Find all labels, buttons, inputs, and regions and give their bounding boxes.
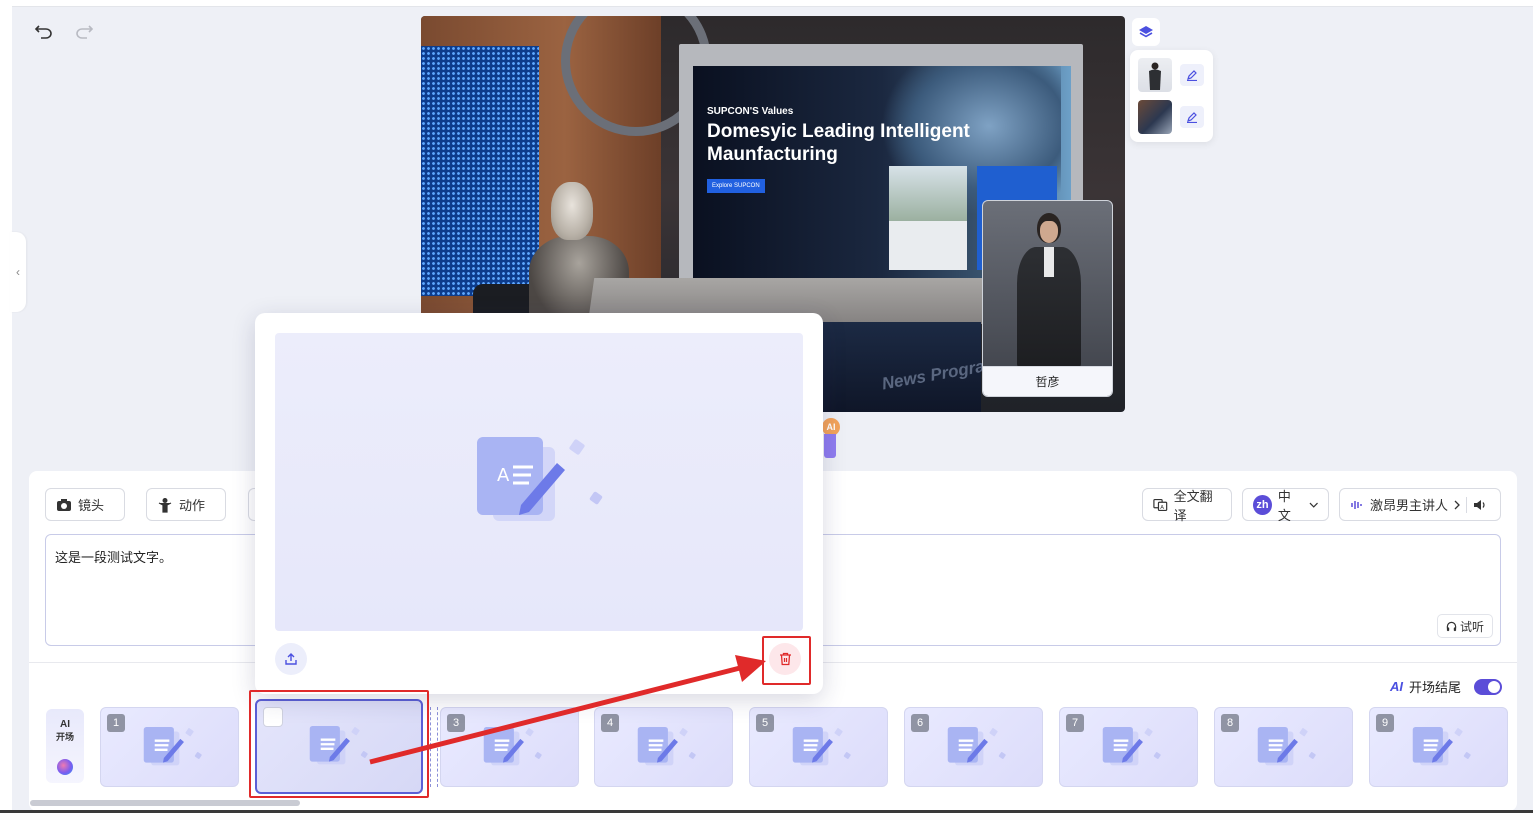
action-icon	[158, 497, 172, 513]
ai-orb-icon	[57, 759, 73, 775]
clip-thumbnail[interactable]: 5	[749, 707, 888, 787]
edit-presenter-button[interactable]	[1180, 64, 1204, 86]
document-edit-icon	[1255, 724, 1319, 775]
left-edge	[0, 0, 12, 813]
clip-number: 4	[601, 714, 619, 732]
clip-thumbnail[interactable]	[255, 699, 423, 794]
clip-number: 9	[1376, 714, 1394, 732]
document-edit-icon	[1410, 724, 1474, 775]
layers-icon	[1139, 26, 1153, 38]
svg-text:A: A	[497, 465, 510, 486]
redo-button[interactable]	[74, 22, 94, 40]
clip-thumbnail[interactable]: 7	[1059, 707, 1198, 787]
clip-checkbox[interactable]	[263, 707, 283, 727]
clip-thumbnail[interactable]: 6	[904, 707, 1043, 787]
clip-thumbnail[interactable]: 8	[1214, 707, 1353, 787]
delete-clip-button[interactable]	[769, 643, 801, 675]
listen-label: 试听	[1460, 619, 1485, 634]
presenter-figure	[1011, 213, 1087, 368]
clip-number: 6	[911, 714, 929, 732]
document-edit-icon	[307, 723, 371, 774]
undo-button[interactable]	[34, 22, 54, 40]
document-edit-icon	[945, 724, 1009, 775]
translate-button[interactable]: A 全文翻译	[1142, 488, 1232, 523]
upload-button[interactable]	[275, 643, 307, 675]
clip-thumbnail[interactable]: 9	[1369, 707, 1508, 787]
chevron-left-icon: ‹	[16, 265, 20, 279]
speaker-icon	[1474, 499, 1485, 510]
voice-label: 激昂男主讲人	[1370, 498, 1449, 513]
listen-button[interactable]: 试听	[1437, 614, 1494, 638]
presenter-name: 哲彦	[983, 366, 1112, 396]
opening-ending-toggle[interactable]	[1474, 679, 1502, 695]
screen-small-text: SUPCON'S Values	[707, 106, 794, 117]
edit-icon	[1187, 112, 1197, 123]
ai-icon: AI	[1390, 679, 1403, 694]
camera-icon	[57, 498, 71, 511]
document-edit-icon	[635, 724, 699, 775]
layers-panel	[1130, 50, 1213, 142]
clip-number: 3	[447, 714, 465, 732]
document-edit-icon	[141, 724, 205, 775]
voice-select[interactable]: 激昂男主讲人	[1339, 488, 1501, 521]
camera-label: 镜头	[78, 498, 105, 513]
redo-icon	[76, 25, 94, 39]
action-button[interactable]: 动作	[146, 488, 226, 521]
chevron-down-icon	[1309, 502, 1318, 508]
svg-text:A: A	[1160, 505, 1164, 511]
translate-label: 全文翻译	[1173, 488, 1213, 523]
upload-icon	[285, 653, 297, 665]
opening-ending-toggle-label: AI 开场结尾	[1390, 677, 1461, 696]
clip-thumbnail[interactable]: 1	[100, 707, 239, 787]
language-code-badge: zh	[1253, 494, 1272, 515]
language-label: 中文	[1277, 488, 1291, 523]
camera-button[interactable]: 镜头	[45, 488, 125, 521]
background-thumbnail	[1138, 100, 1172, 134]
undo-icon	[34, 25, 52, 39]
screen-button: Explore SUPCON	[707, 179, 765, 193]
screen-title: Domesyic Leading Intelligent Maunfacturi…	[707, 121, 970, 165]
popup-preview-area: A	[275, 333, 803, 631]
document-edit-icon: A	[477, 437, 603, 521]
document-edit-icon	[1100, 724, 1164, 775]
layer-row-background[interactable]	[1138, 100, 1208, 134]
translate-icon: A	[1153, 498, 1168, 511]
clip-preview-popup: A	[255, 313, 823, 694]
ai-open-line1: AI	[60, 719, 70, 730]
clip-number: 7	[1066, 714, 1084, 732]
timeline-scrollbar[interactable]	[30, 800, 300, 806]
presenter-card[interactable]: 哲彦	[982, 200, 1113, 397]
clip-thumbnail[interactable]: 3	[440, 707, 579, 787]
anchor-head	[551, 182, 593, 240]
ai-opening-button[interactable]: AI 开场	[46, 709, 84, 783]
screen-card	[889, 166, 967, 270]
action-label: 动作	[179, 498, 206, 513]
edit-icon	[1187, 70, 1197, 81]
voice-wave-icon	[1351, 500, 1362, 509]
opening-ending-label: 开场结尾	[1409, 680, 1462, 695]
world-map-panel	[421, 46, 539, 296]
document-edit-icon	[790, 724, 854, 775]
chevron-right-icon	[1454, 500, 1460, 509]
document-edit-icon	[481, 724, 545, 775]
headphones-icon	[1446, 621, 1457, 631]
clip-insert-gap[interactable]	[430, 707, 438, 787]
clip-thumbnail[interactable]: 4	[594, 707, 733, 787]
layer-row-presenter[interactable]	[1138, 58, 1208, 92]
clip-number: 8	[1221, 714, 1239, 732]
collapse-sidebar-tab[interactable]: ‹	[10, 232, 26, 312]
clip-number: 1	[107, 714, 125, 732]
clip-number: 5	[756, 714, 774, 732]
ai-float-badge[interactable]: AI	[822, 418, 840, 458]
ai-open-line2: 开场	[55, 732, 74, 742]
language-select[interactable]: zh 中文	[1242, 488, 1329, 523]
trash-icon	[779, 652, 791, 666]
edit-background-button[interactable]	[1180, 106, 1204, 128]
presenter-thumbnail	[1138, 58, 1172, 92]
layers-button[interactable]	[1132, 18, 1160, 46]
